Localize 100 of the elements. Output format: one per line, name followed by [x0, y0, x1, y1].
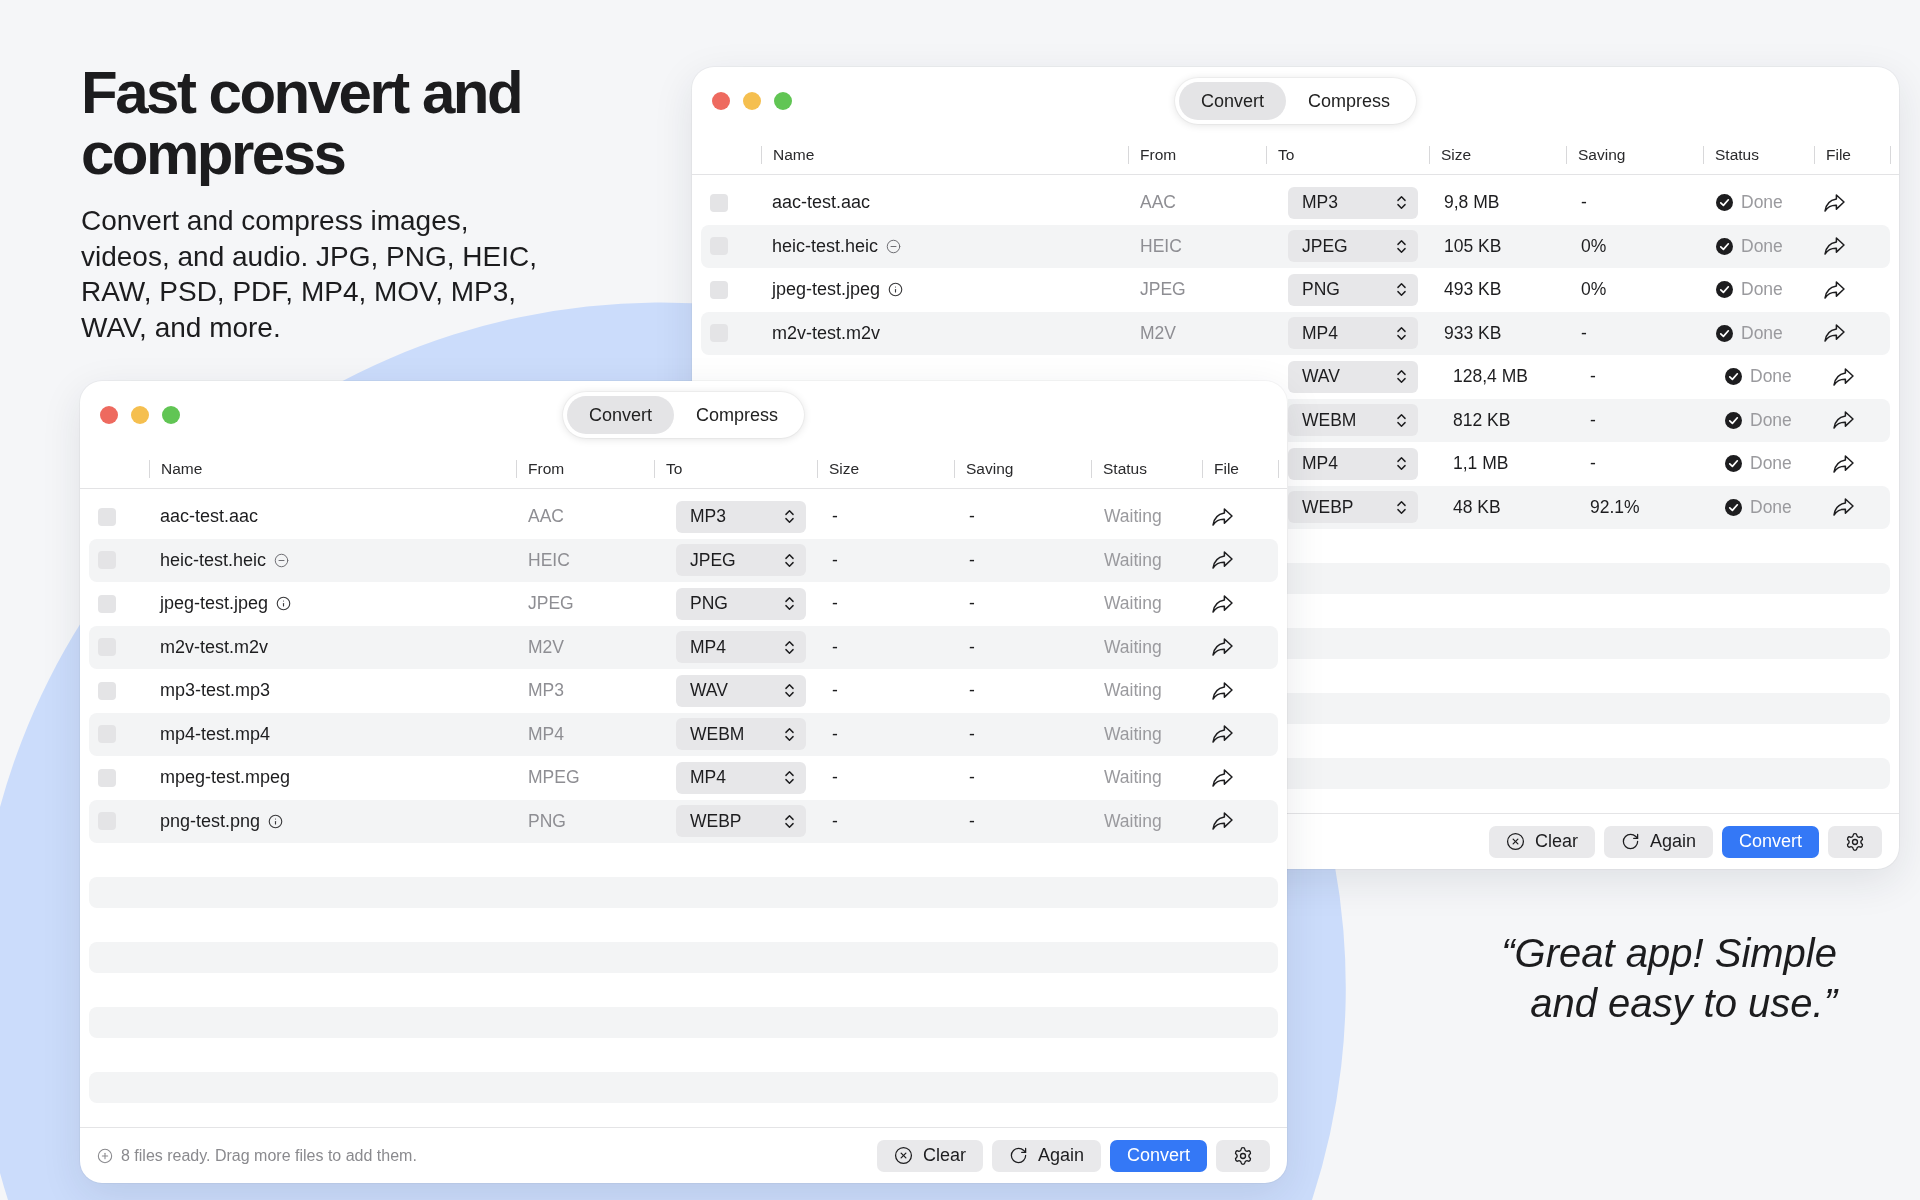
- format-select[interactable]: WAV: [676, 674, 806, 707]
- forward-arrow-icon[interactable]: [1824, 237, 1845, 256]
- table-row[interactable]: WEBP 48 KB 92.1% Done: [1288, 485, 1890, 529]
- minus-circle-icon: [274, 552, 290, 568]
- format-select[interactable]: MP4: [676, 631, 806, 664]
- format-select[interactable]: MP4: [676, 761, 806, 794]
- table-row[interactable]: png-test.png PNG WEBP - - Waiting: [89, 799, 1278, 843]
- format-select[interactable]: WEBP: [676, 805, 806, 838]
- format-select[interactable]: JPEG: [676, 544, 806, 577]
- circular-arrow-icon: [1008, 1146, 1028, 1165]
- format-select[interactable]: MP4: [1288, 317, 1418, 350]
- settings-button[interactable]: [1828, 825, 1882, 858]
- again-button[interactable]: Again: [1603, 825, 1713, 858]
- forward-arrow-icon[interactable]: [1212, 551, 1233, 570]
- status-label: Done: [1741, 192, 1783, 214]
- minus-circle-icon: [886, 238, 902, 254]
- forward-arrow-icon[interactable]: [1833, 454, 1854, 473]
- convert-button[interactable]: Convert: [1109, 1139, 1207, 1172]
- format-select[interactable]: MP3: [1288, 186, 1418, 219]
- window-minimize-button[interactable]: [131, 406, 149, 424]
- source-format: M2V: [1140, 322, 1176, 344]
- forward-arrow-icon[interactable]: [1212, 638, 1233, 657]
- status-label: Done: [1741, 279, 1783, 301]
- forward-arrow-icon[interactable]: [1212, 681, 1233, 700]
- mode-tab[interactable]: Compress: [674, 396, 801, 434]
- forward-arrow-icon[interactable]: [1212, 725, 1233, 744]
- status-label: Waiting: [1104, 593, 1162, 615]
- window-close-button[interactable]: [100, 406, 118, 424]
- check-circle-icon: [1725, 411, 1742, 429]
- forward-arrow-icon[interactable]: [1212, 594, 1233, 613]
- file-name: mp3-test.mp3: [160, 680, 271, 702]
- file-name: jpeg-test.jpeg: [772, 279, 881, 301]
- window-zoom-button[interactable]: [774, 92, 792, 110]
- status-label: Waiting: [1104, 723, 1162, 745]
- source-format: JPEG: [1140, 279, 1186, 301]
- saving-value: -: [969, 723, 975, 745]
- format-select[interactable]: MP4: [1288, 447, 1418, 480]
- plus-circle-icon[interactable]: [97, 1147, 113, 1164]
- forward-arrow-icon[interactable]: [1212, 768, 1233, 787]
- format-select[interactable]: WEBP: [1288, 491, 1418, 524]
- file-size: 812 KB: [1453, 409, 1511, 431]
- window-zoom-button[interactable]: [162, 406, 180, 424]
- saving-value: -: [969, 636, 975, 658]
- x-circle-icon: [1505, 832, 1525, 851]
- format-select[interactable]: WEBM: [1288, 404, 1418, 437]
- format-select[interactable]: WAV: [1288, 360, 1418, 393]
- row-checkbox[interactable]: [98, 594, 116, 613]
- info-icon: [276, 596, 292, 612]
- table-row[interactable]: WEBM 812 KB - Done: [1288, 398, 1890, 442]
- clear-button[interactable]: Clear: [1488, 825, 1595, 858]
- file-size: 1,1 MB: [1453, 453, 1509, 475]
- file-name: mp4-test.mp4: [160, 723, 271, 745]
- status-label: Waiting: [1104, 636, 1162, 658]
- file-size: 48 KB: [1453, 496, 1501, 518]
- row-checkbox[interactable]: [98, 507, 116, 526]
- file-size: 105 KB: [1444, 235, 1502, 257]
- window-minimize-button[interactable]: [743, 92, 761, 110]
- row-checkbox[interactable]: [98, 681, 116, 700]
- testimonial-quote: “Great app! Simple and easy to use.”: [1500, 930, 1837, 1027]
- status-label: Done: [1750, 366, 1792, 388]
- format-select[interactable]: PNG: [1288, 273, 1418, 306]
- file-size: 493 KB: [1444, 279, 1502, 301]
- forward-arrow-icon[interactable]: [1833, 498, 1854, 517]
- forward-arrow-icon[interactable]: [1824, 280, 1845, 299]
- file-name: png-test.png: [160, 810, 261, 832]
- saving-value: -: [1590, 409, 1596, 431]
- table-row[interactable]: m2v-test.m2v M2V MP4 933 KB - Done: [701, 311, 1890, 355]
- forward-arrow-icon[interactable]: [1824, 193, 1845, 212]
- status-label: Waiting: [1104, 680, 1162, 702]
- clear-button[interactable]: Clear: [876, 1139, 983, 1172]
- mode-tab[interactable]: Convert: [566, 396, 674, 434]
- forward-arrow-icon[interactable]: [1833, 411, 1854, 430]
- file-name: jpeg-test.jpeg: [160, 593, 269, 615]
- saving-value: -: [1581, 192, 1587, 214]
- settings-button[interactable]: [1216, 1139, 1270, 1172]
- saving-value: 92.1%: [1590, 496, 1640, 518]
- forward-arrow-icon[interactable]: [1824, 324, 1845, 343]
- source-format: HEIC: [528, 549, 570, 571]
- mode-tab[interactable]: Convert: [1178, 82, 1286, 120]
- convert-button[interactable]: Convert: [1721, 825, 1819, 858]
- forward-arrow-icon[interactable]: [1212, 507, 1233, 526]
- format-select[interactable]: JPEG: [1288, 230, 1418, 263]
- row-checkbox[interactable]: [98, 768, 116, 787]
- check-circle-icon: [1725, 368, 1742, 386]
- row-checkbox[interactable]: [710, 193, 728, 212]
- table-row[interactable]: heic-test.heic HEIC JPEG - - Waiting: [89, 538, 1278, 582]
- row-checkbox[interactable]: [710, 280, 728, 299]
- window-close-button[interactable]: [712, 92, 730, 110]
- table-row[interactable]: m2v-test.m2v M2V MP4 - - Waiting: [89, 625, 1278, 669]
- source-format: PNG: [528, 810, 566, 832]
- forward-arrow-icon[interactable]: [1833, 367, 1854, 386]
- saving-value: -: [969, 810, 975, 832]
- format-select[interactable]: PNG: [676, 587, 806, 620]
- format-select[interactable]: WEBM: [676, 718, 806, 751]
- mode-tab[interactable]: Compress: [1286, 82, 1413, 120]
- format-select[interactable]: MP3: [676, 500, 806, 533]
- table-row[interactable]: heic-test.heic HEIC JPEG 105 KB 0% Done: [701, 224, 1890, 268]
- table-row[interactable]: mp4-test.mp4 MP4 WEBM - - Waiting: [89, 712, 1278, 756]
- again-button[interactable]: Again: [991, 1139, 1101, 1172]
- forward-arrow-icon[interactable]: [1212, 812, 1233, 831]
